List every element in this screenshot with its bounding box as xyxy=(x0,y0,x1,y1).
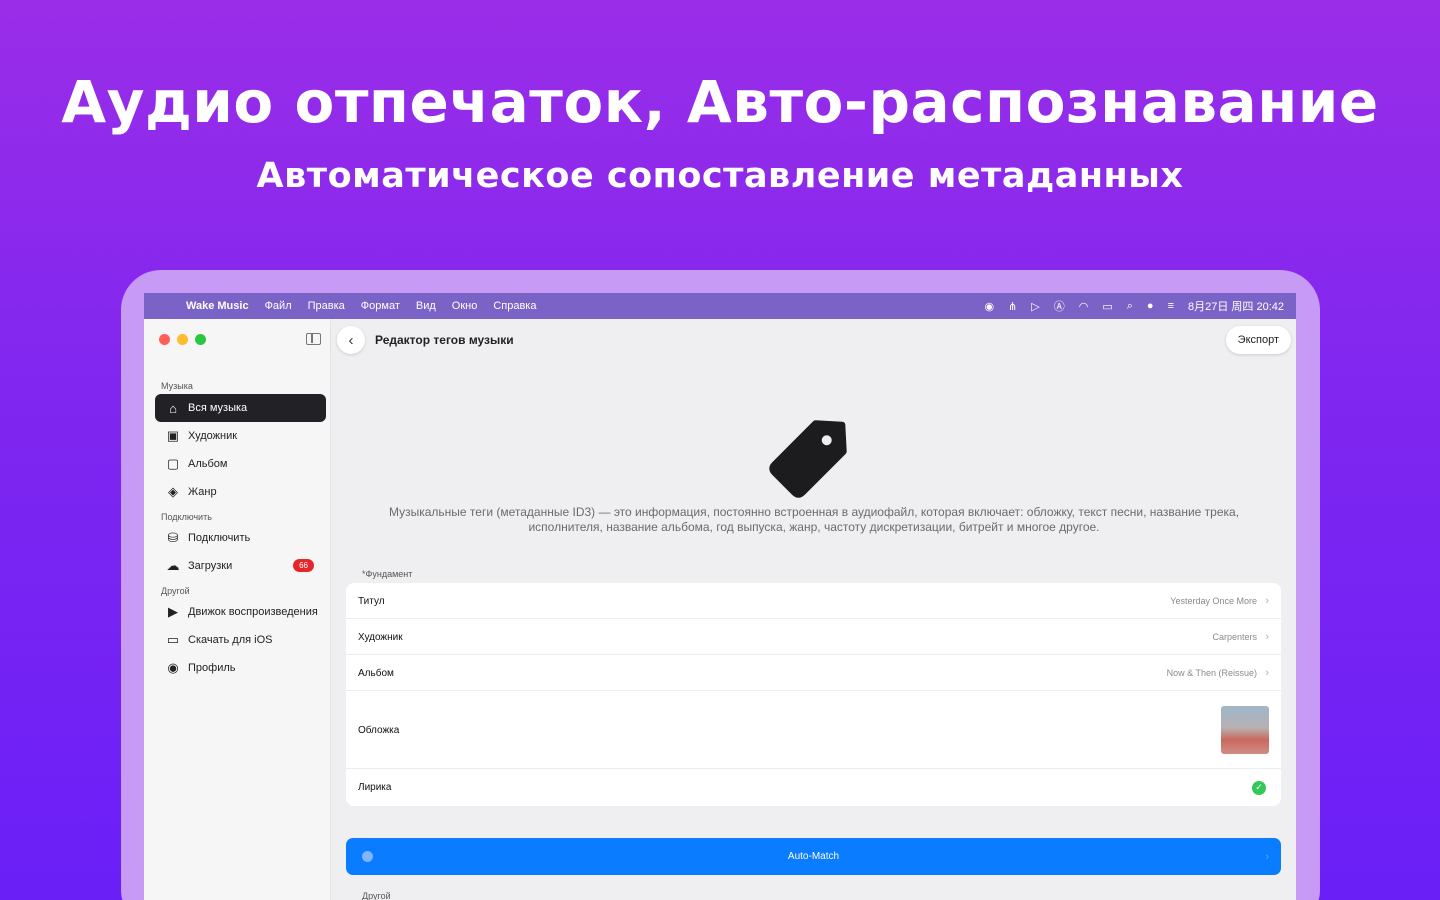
field-label: Лирика xyxy=(358,782,392,793)
zoom-window-button[interactable] xyxy=(195,334,206,345)
sidebar-item-label: Жанр xyxy=(188,486,217,498)
id3-description: Музыкальные теги (метаданные ID3) — это … xyxy=(388,505,1240,534)
minimize-window-button[interactable] xyxy=(177,334,188,345)
sidebar-item-label: Движок воспроизведения xyxy=(188,606,318,618)
menu-file[interactable]: Файл xyxy=(265,300,292,312)
menubar: Wake Music Файл Правка Формат Вид Окно С… xyxy=(144,293,1296,319)
group-basic-label: *Фундамент xyxy=(362,569,413,579)
sidebar-item-label: Альбом xyxy=(188,458,228,470)
field-row-title[interactable]: Титул Yesterday Once More › xyxy=(346,583,1281,619)
menu-app-name[interactable]: Wake Music xyxy=(186,300,249,312)
hero-subtitle: Автоматическое сопоставление метаданных xyxy=(256,156,1184,196)
sidebar-item-all-music[interactable]: ⌂ Вся музыка xyxy=(155,394,326,422)
field-value: Now & Then (Reissue) xyxy=(1166,668,1257,678)
cat-icon[interactable]: ◉ xyxy=(984,300,994,313)
section-connect-label: Подключить xyxy=(161,512,212,522)
menu-help[interactable]: Справка xyxy=(493,300,536,312)
search-icon[interactable]: ⌕ xyxy=(1127,300,1133,313)
window-controls xyxy=(159,334,206,345)
menu-edit[interactable]: Правка xyxy=(308,300,345,312)
sidebar-item-label: Художник xyxy=(188,430,238,442)
sidebar-item-label: Скачать для iOS xyxy=(188,634,273,646)
chevron-right-icon: › xyxy=(1265,850,1269,863)
chevron-right-icon: › xyxy=(1265,631,1269,643)
artist-icon: ▣ xyxy=(166,428,180,443)
field-row-lyrics[interactable]: Лирика ✓ xyxy=(346,769,1281,806)
play-engine-icon: ▶ xyxy=(168,604,178,619)
close-window-button[interactable] xyxy=(159,334,170,345)
devices-icon: ▭ xyxy=(166,632,180,647)
field-label: Альбом xyxy=(358,667,394,679)
checkmark-icon: ✓ xyxy=(1252,780,1266,795)
downloads-badge: 66 xyxy=(293,559,314,572)
sidebar-item-playback-engine[interactable]: ▶ Движок воспроизведения xyxy=(155,598,326,626)
battery-icon[interactable]: ▭ xyxy=(1102,300,1112,313)
sidebar-item-artist[interactable]: ▣ Художник xyxy=(155,422,326,450)
wifi-icon[interactable]: ◠ xyxy=(1079,300,1089,313)
export-button[interactable]: Экспорт xyxy=(1225,326,1291,354)
app-screen: Wake Music Файл Правка Формат Вид Окно С… xyxy=(144,293,1296,900)
drive-icon: ⛁ xyxy=(167,530,179,545)
menu-format[interactable]: Формат xyxy=(361,300,400,312)
menu-window[interactable]: Окно xyxy=(452,300,478,312)
field-row-cover[interactable]: Обложка xyxy=(346,691,1281,769)
keyboard-input-icon[interactable]: Ⓐ xyxy=(1054,298,1065,314)
tag-fields-card: Титул Yesterday Once More › Художник Car… xyxy=(346,583,1281,806)
field-label: Обложка xyxy=(358,724,400,736)
auto-match-label: Auto-Match xyxy=(787,851,840,862)
sidebar-item-label: Вся музыка xyxy=(188,402,248,414)
sidebar-item-ios-download[interactable]: ▭ Скачать для iOS xyxy=(155,626,326,654)
profile-icon: ◉ xyxy=(167,660,179,675)
auto-match-button[interactable]: Auto-Match › xyxy=(346,838,1281,875)
back-button[interactable]: ‹ xyxy=(337,326,365,354)
field-value: Carpenters xyxy=(1212,632,1257,642)
play-circle-icon[interactable]: ▷ xyxy=(1031,300,1039,313)
home-music-icon: ⌂ xyxy=(169,400,177,416)
fork-icon[interactable]: ⋔ xyxy=(1008,300,1017,313)
sidebar-item-downloads[interactable]: ☁ Загрузки 66 xyxy=(155,552,326,580)
section-music-label: Музыка xyxy=(161,381,193,391)
sidebar-item-label: Профиль xyxy=(188,662,236,674)
field-label: Титул xyxy=(358,595,385,607)
control-center-icon[interactable]: ≡ xyxy=(1168,300,1174,312)
cloud-download-icon: ☁ xyxy=(166,558,180,573)
sidebar-toggle-icon[interactable] xyxy=(306,333,321,345)
genre-layers-icon: ◈ xyxy=(168,484,178,499)
hero-title: Аудио отпечаток, Авто-распознавание xyxy=(61,68,1379,136)
field-value: Yesterday Once More xyxy=(1170,596,1257,606)
field-row-artist[interactable]: Художник Carpenters › xyxy=(346,619,1281,655)
sidebar-item-album[interactable]: ▢ Альбом xyxy=(155,450,326,478)
main-content: ‹ Редактор тегов музыки Экспорт Музыкаль… xyxy=(332,319,1296,900)
tag-icon xyxy=(769,420,847,498)
field-row-album[interactable]: Альбом Now & Then (Reissue) › xyxy=(346,655,1281,691)
chevron-left-icon: ‹ xyxy=(348,331,354,349)
fingerprint-icon xyxy=(362,851,373,862)
menu-view[interactable]: Вид xyxy=(416,300,436,312)
album-icon: ▢ xyxy=(166,456,180,471)
clock[interactable]: 8月27日 周四 20:42 xyxy=(1188,298,1284,314)
field-label: Художник xyxy=(358,631,403,643)
sidebar-item-label: Загрузки xyxy=(188,560,233,572)
siri-icon[interactable]: ● xyxy=(1147,300,1154,312)
sidebar-item-label: Подключить xyxy=(188,532,251,544)
chevron-right-icon: › xyxy=(1265,595,1269,607)
group-other-label: Другой xyxy=(362,891,391,900)
section-other-label: Другой xyxy=(161,586,190,596)
sidebar: Музыка ⌂ Вся музыка ▣ Художник ▢ Альбом … xyxy=(144,319,331,900)
sidebar-item-profile[interactable]: ◉ Профиль xyxy=(155,654,326,682)
chevron-right-icon: › xyxy=(1265,667,1269,679)
page-title: Редактор тегов музыки xyxy=(375,333,514,347)
status-area: ◉ ⋔ ▷ Ⓐ ◠ ▭ ⌕ ● ≡ 8月27日 周四 20:42 xyxy=(984,293,1284,319)
cover-art-thumbnail[interactable] xyxy=(1221,706,1269,754)
sidebar-item-connect[interactable]: ⛁ Подключить xyxy=(155,524,326,552)
sidebar-item-genre[interactable]: ◈ Жанр xyxy=(155,478,326,506)
